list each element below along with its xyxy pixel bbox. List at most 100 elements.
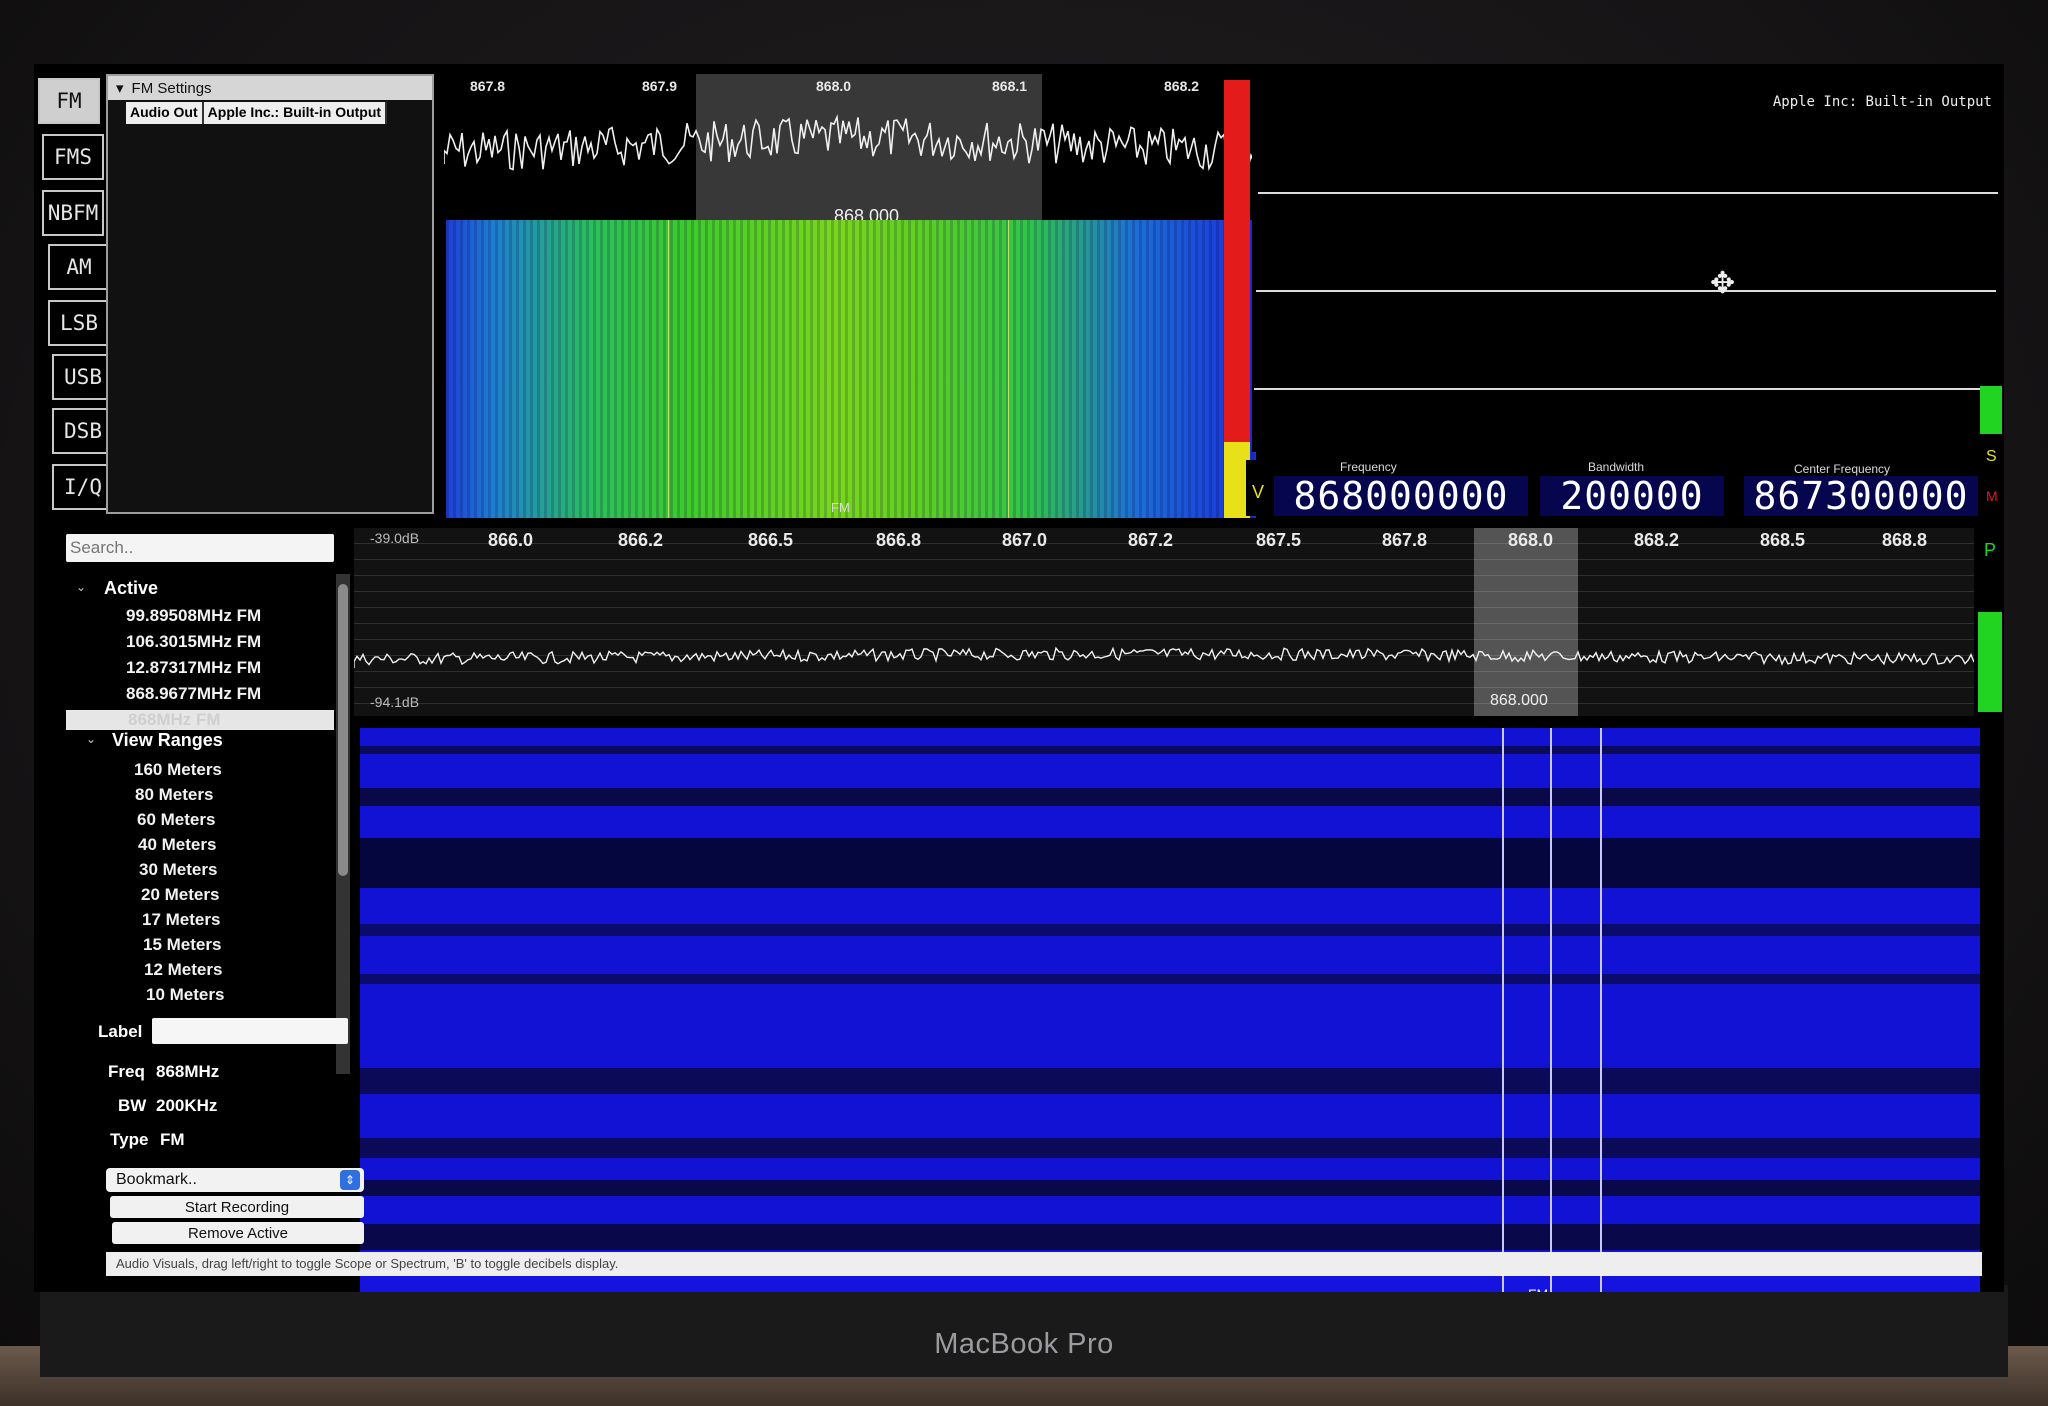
bookmark-search[interactable] — [66, 534, 334, 562]
select-arrows-icon[interactable]: ⇕ — [340, 1170, 360, 1190]
view-range-item[interactable]: 160 Meters — [134, 760, 222, 780]
scope-trace-mid — [1256, 290, 1996, 292]
main-waterfall[interactable]: FM — [360, 728, 1980, 1292]
move-cursor-icon: ✥ — [1710, 267, 1736, 300]
main-spectrum-tick-label: 867.5 — [1256, 530, 1302, 550]
active-bookmark-item[interactable]: 12.87317MHz FM — [126, 658, 261, 678]
bookmark-scrollbar[interactable] — [336, 574, 350, 1074]
view-range-item[interactable]: 60 Meters — [137, 810, 215, 830]
view-range-item[interactable]: 12 Meters — [144, 960, 222, 980]
active-bookmark-item[interactable]: 868.9677MHz FM — [126, 684, 261, 704]
mode-button-fm[interactable]: FM — [38, 78, 100, 124]
remove-active-button[interactable]: Remove Active — [112, 1222, 364, 1244]
waterfall-band — [360, 838, 1980, 888]
settings-title: FM Settings — [131, 79, 212, 97]
view-range-item[interactable]: 20 Meters — [141, 885, 219, 905]
p-label: P — [1984, 540, 1997, 560]
v-indicator[interactable]: V — [1252, 482, 1264, 503]
type-caption: Type — [110, 1130, 149, 1149]
frequency-caption: Frequency — [1340, 460, 1397, 474]
main-spectrum-tick-label: 868.0 — [1508, 530, 1554, 550]
view-range-item[interactable]: 10 Meters — [146, 985, 224, 1005]
mode-button-usb[interactable]: USB — [52, 354, 114, 400]
mini-spectrum-tick-label: 868.2 — [1164, 78, 1200, 94]
main-spectrum-center-label: 868.000 — [1490, 692, 1548, 709]
m-label: M — [1986, 488, 1998, 504]
waterfall-marker-left — [1502, 728, 1504, 1292]
waterfall-mode-marker: FM — [1528, 1286, 1548, 1292]
waterfall-band — [360, 1224, 1980, 1250]
mini-spectrum[interactable]: 868.000 — [444, 74, 1256, 226]
tuning-bar: V Frequency 868000000 Bandwidth 200000 C… — [1246, 460, 2004, 518]
view-range-item[interactable]: 40 Meters — [138, 835, 216, 855]
mode-button-fms[interactable]: FMS — [42, 134, 104, 180]
scrollbar-thumb[interactable] — [338, 584, 348, 876]
status-text: Audio Visuals, drag left/right to toggle… — [116, 1256, 619, 1271]
main-spectrum-tick-label: 866.2 — [618, 530, 664, 550]
bookmark-tree[interactable]: ⌄ Active 99.89508MHz FM 106.3015MHz FM 12.… — [66, 572, 334, 1072]
bookmark-select-label: Bookmark.. — [116, 1171, 197, 1188]
mode-button-dsb[interactable]: DSB — [52, 408, 114, 454]
level-meter[interactable] — [1224, 80, 1250, 520]
settings-header[interactable]: ▾ FM Settings — [108, 76, 432, 100]
main-spectrum-tick-label: 868.2 — [1634, 530, 1680, 550]
squelch-meter[interactable] — [1980, 386, 2002, 434]
scope-trace-right — [1254, 388, 1994, 390]
waterfall-band — [360, 974, 1980, 984]
main-spectrum-trace — [354, 646, 1974, 668]
mode-button-iq[interactable]: I/Q — [52, 464, 114, 510]
bandwidth-display[interactable]: 200000 — [1540, 474, 1724, 518]
waterfall-band — [360, 1138, 1980, 1158]
frequency-display[interactable]: 868000000 — [1274, 474, 1528, 518]
waterfall-band — [360, 746, 1980, 754]
waterfall-band — [360, 1180, 1980, 1196]
db-bottom-label: -94.1dB — [370, 694, 420, 710]
audio-out-value[interactable]: Apple Inc.: Built-in Output — [203, 102, 388, 124]
view-range-item[interactable]: 30 Meters — [139, 860, 217, 880]
main-spectrum-tick-label: 866.0 — [488, 530, 534, 550]
bw-value: 200KHz — [156, 1096, 218, 1115]
active-bookmark-item[interactable]: 868MHz FM — [66, 710, 334, 730]
peak-meter[interactable] — [1978, 612, 2002, 712]
search-input[interactable] — [66, 534, 332, 562]
center-frequency-display[interactable]: 867300000 — [1744, 474, 1978, 518]
main-spectrum-tick-label: 868.8 — [1882, 530, 1928, 550]
start-recording-button[interactable]: Start Recording — [110, 1196, 364, 1218]
scope-trace-left — [1258, 192, 1998, 194]
type-value: FM — [160, 1130, 185, 1149]
bandwidth-caption: Bandwidth — [1588, 460, 1645, 474]
label-input[interactable] — [152, 1018, 348, 1044]
audio-out-row[interactable]: Audio Out Apple Inc.: Built-in Output — [126, 102, 428, 124]
freq-caption: Freq — [108, 1062, 145, 1081]
mode-button-nbfm[interactable]: NBFM — [42, 190, 104, 236]
main-spectrum-tick-label: 866.5 — [748, 530, 794, 550]
mode-button-am[interactable]: AM — [48, 244, 110, 290]
ranges-section-toggle[interactable]: ⌄ — [86, 732, 96, 746]
waterfall-band — [360, 788, 1980, 806]
view-range-item[interactable]: 17 Meters — [142, 910, 220, 930]
mini-waterfall-marker — [1008, 220, 1009, 518]
mini-spectrum-tick-label: 867.8 — [470, 78, 506, 94]
main-spectrum[interactable]: -39.0dB -94.1dB 868.000 — [354, 528, 1974, 716]
active-bookmark-item[interactable]: 99.89508MHz FM — [126, 606, 261, 626]
view-range-item[interactable]: 80 Meters — [135, 785, 213, 805]
chevron-down-icon[interactable]: ▾ — [116, 79, 124, 97]
active-bookmark-item[interactable]: 106.3015MHz FM — [126, 632, 261, 652]
mini-spectrum-tick-label: 867.9 — [642, 78, 678, 94]
status-bar: Audio Visuals, drag left/right to toggle… — [106, 1252, 1982, 1276]
active-header[interactable]: Active — [104, 578, 158, 599]
main-spectrum-tick-label: 867.8 — [1382, 530, 1428, 550]
view-ranges-header[interactable]: View Ranges — [112, 730, 223, 751]
mode-button-lsb[interactable]: LSB — [48, 300, 110, 346]
db-top-label: -39.0dB — [370, 530, 420, 546]
mini-waterfall[interactable]: FM — [446, 220, 1256, 518]
mini-spectrum-tick-label: 868.1 — [992, 78, 1028, 94]
active-section-toggle[interactable]: ⌄ — [76, 580, 86, 594]
audio-scope[interactable]: Apple Inc: Built-in Output ✥ — [1252, 80, 2002, 452]
bookmark-select[interactable]: Bookmark.. ⇕ — [106, 1168, 364, 1192]
waterfall-band — [360, 924, 1980, 936]
level-meter-red — [1224, 80, 1250, 442]
waterfall-marker-center — [1550, 728, 1552, 1292]
view-range-item[interactable]: 15 Meters — [143, 935, 221, 955]
mini-spectrum-trace — [444, 114, 1255, 171]
